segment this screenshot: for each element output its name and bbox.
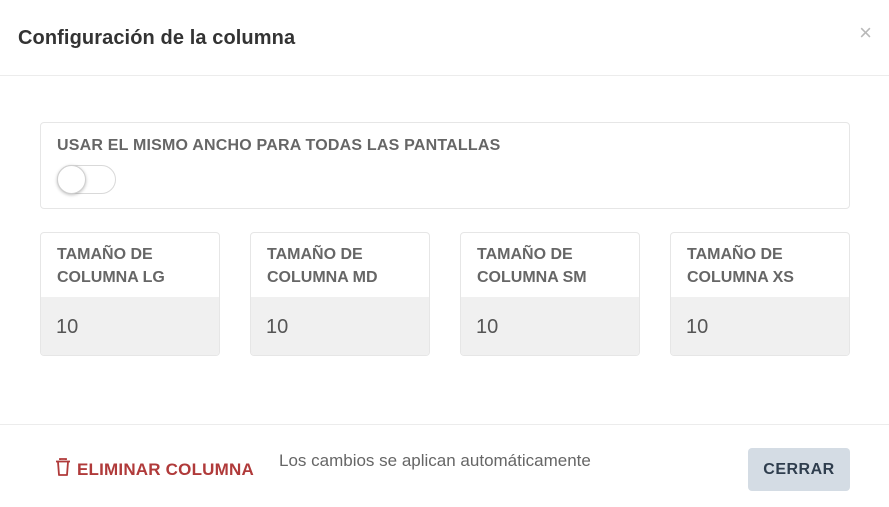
column-size-md-label: TAMAÑO DE COLUMNA MD [267, 246, 378, 286]
column-size-lg-card: TAMAÑO DE COLUMNA LG [40, 232, 220, 356]
delete-column-button[interactable]: ELIMINAR COLUMNA [55, 458, 254, 481]
column-size-xs-input[interactable] [671, 297, 849, 355]
dialog-title: Configuración de la columna [18, 27, 296, 49]
same-width-toggle[interactable] [57, 165, 116, 194]
column-size-sm-label: TAMAÑO DE COLUMNA SM [477, 246, 587, 286]
close-button[interactable]: CERRAR [748, 448, 850, 491]
column-size-lg-label: TAMAÑO DE COLUMNA LG [57, 246, 165, 286]
column-size-md-input[interactable] [251, 297, 429, 355]
same-width-label: USAR EL MISMO ANCHO PARA TODAS LAS PANTA… [57, 137, 501, 154]
auto-apply-note: Los cambios se aplican automáticamente [279, 451, 591, 470]
dialog-footer: ELIMINAR COLUMNA Los cambios se aplican … [0, 424, 889, 507]
column-size-xs-label: TAMAÑO DE COLUMNA XS [687, 246, 794, 286]
dialog-header: Configuración de la columna × [0, 0, 889, 76]
column-config-dialog: Configuración de la columna × USAR EL MI… [0, 0, 889, 507]
close-icon[interactable]: × [859, 22, 872, 44]
column-size-sm-input[interactable] [461, 297, 639, 355]
toggle-knob [57, 165, 86, 194]
column-size-sm-card: TAMAÑO DE COLUMNA SM [460, 232, 640, 356]
column-size-md-card: TAMAÑO DE COLUMNA MD [250, 232, 430, 356]
column-size-xs-card: TAMAÑO DE COLUMNA XS [670, 232, 850, 356]
delete-column-label: ELIMINAR COLUMNA [77, 459, 254, 479]
trash-icon [55, 458, 71, 481]
same-width-card: USAR EL MISMO ANCHO PARA TODAS LAS PANTA… [40, 122, 850, 209]
column-size-lg-input[interactable] [41, 297, 219, 355]
